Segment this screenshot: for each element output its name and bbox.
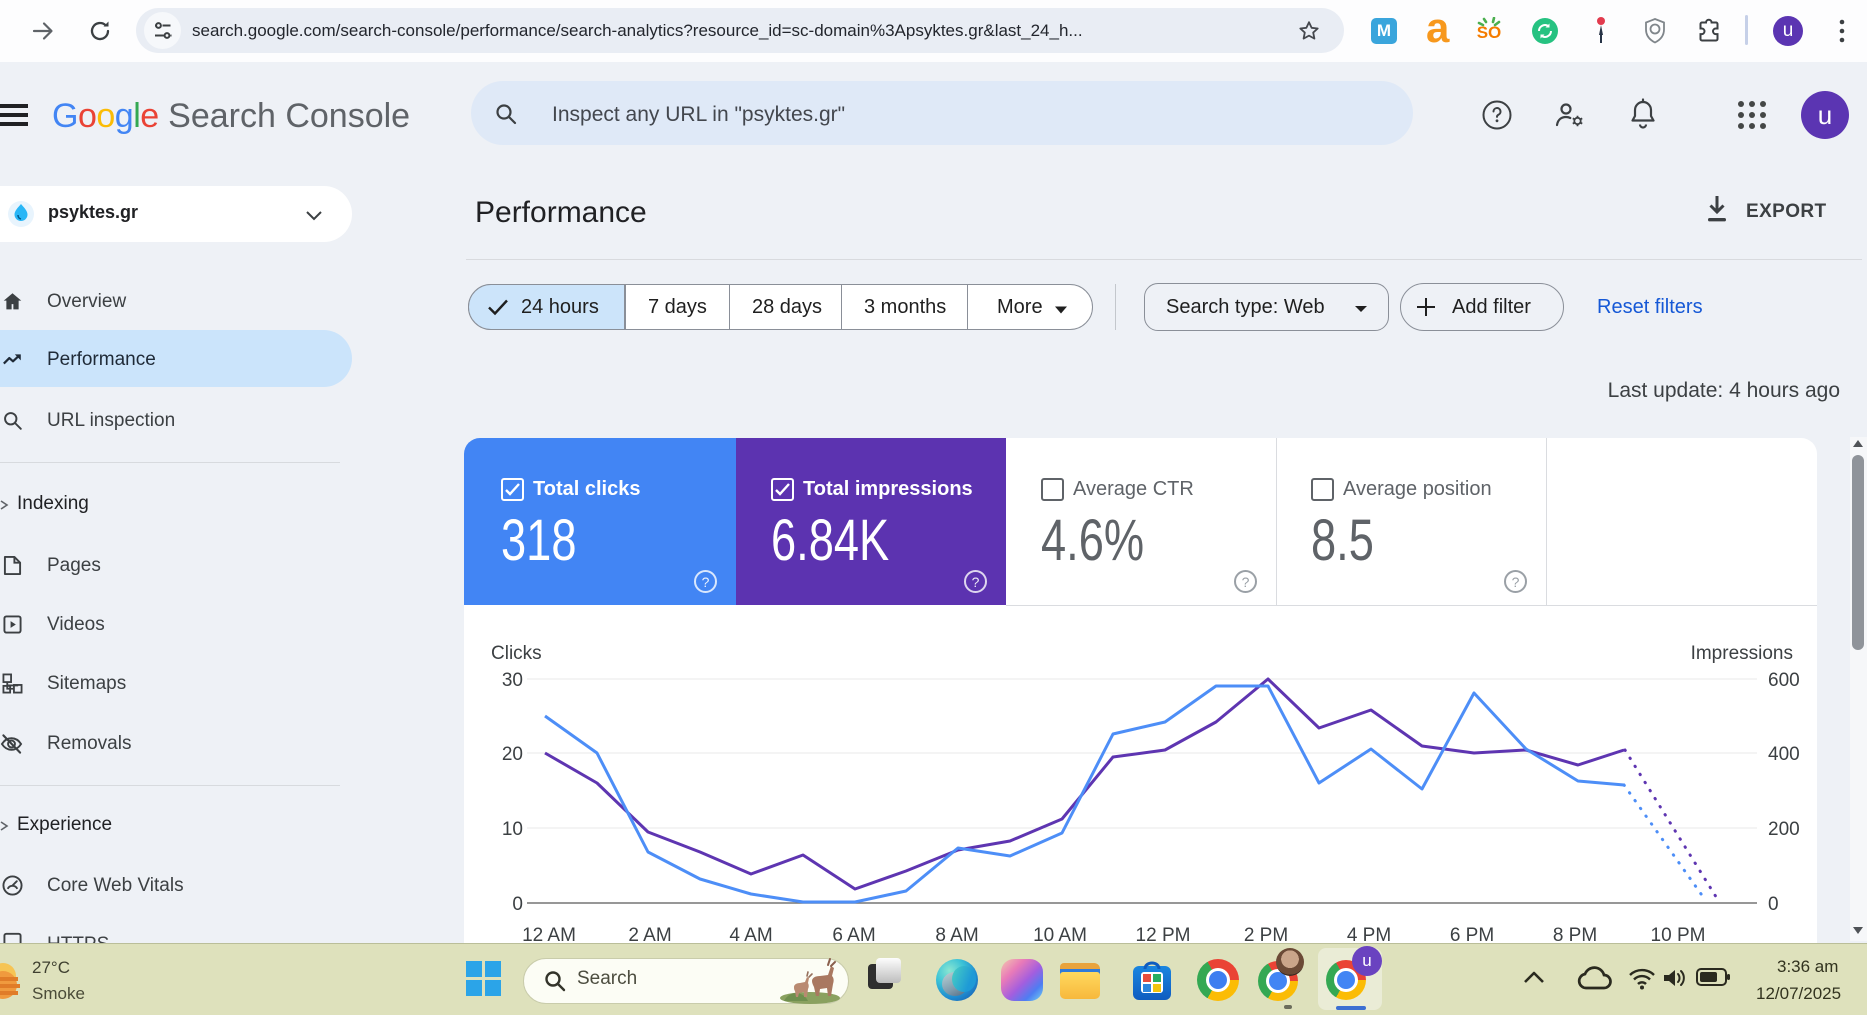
svg-text:SO: SO [1477,23,1502,42]
